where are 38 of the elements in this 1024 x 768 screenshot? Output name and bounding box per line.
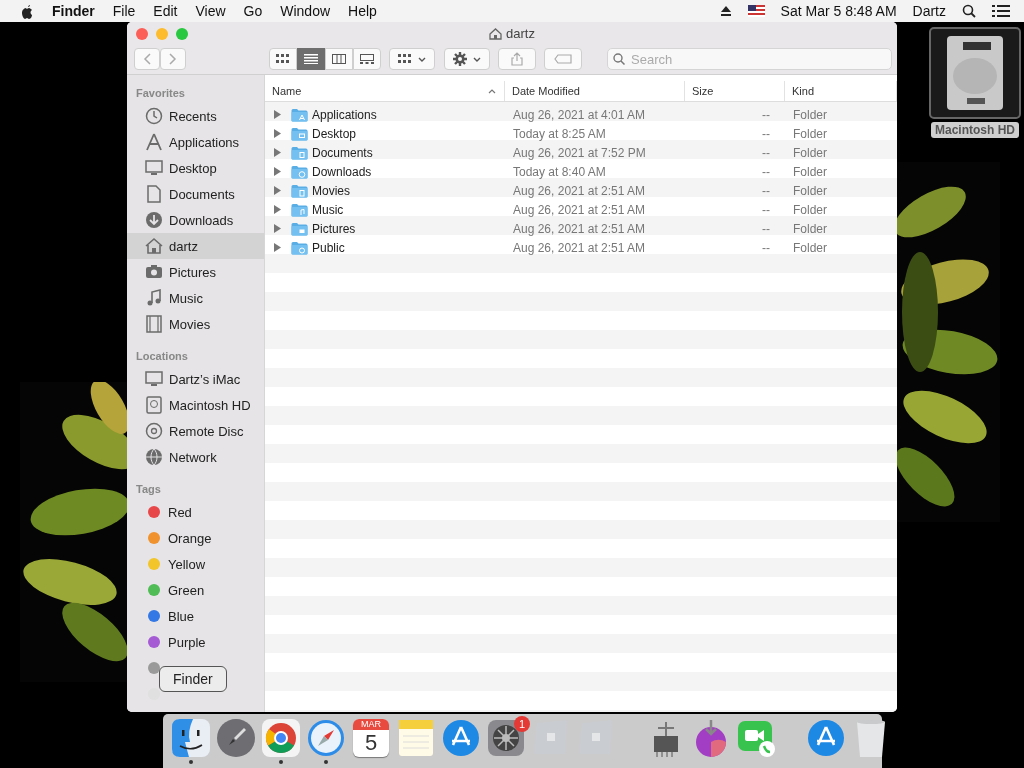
section-heading: Locations: [135, 349, 189, 364]
file-name: Pictures: [312, 221, 356, 236]
section-heading: Tags: [135, 482, 162, 497]
file-name: Public: [312, 240, 345, 255]
size-cell-text: --: [761, 221, 771, 236]
file-name: Desktop: [312, 126, 357, 141]
kind-cell-text: Folder: [792, 126, 828, 141]
notification-badge: 1: [514, 716, 530, 732]
size-cell-text: --: [761, 107, 771, 122]
date-cell-text: Aug 26, 2021 at 7:52 PM: [512, 145, 647, 160]
size-cell-text: --: [761, 164, 771, 179]
date-cell-text: Aug 26, 2021 at 2:51 AM: [512, 240, 647, 255]
section-heading: Favorites: [135, 86, 186, 101]
file-name: Downloads: [312, 164, 372, 179]
date-cell-text: Aug 26, 2021 at 2:51 AM: [512, 202, 647, 217]
file-name: Movies: [312, 183, 350, 198]
date-cell-text: Today at 8:40 AM: [512, 164, 607, 179]
kind-cell-text: Folder: [792, 183, 828, 198]
size-cell-text: --: [761, 126, 771, 141]
size-cell-text: --: [761, 202, 771, 217]
date-cell-text: Aug 26, 2021 at 2:51 AM: [512, 183, 647, 198]
date-cell-text: Aug 26, 2021 at 2:51 AM: [512, 221, 647, 236]
size-cell-text: --: [761, 145, 771, 160]
size-cell-text: --: [761, 240, 771, 255]
kind-cell-text: Folder: [792, 240, 828, 255]
file-name: Applications: [312, 107, 377, 122]
file-name: Documents: [312, 145, 373, 160]
kind-cell-text: Folder: [792, 221, 828, 236]
size-cell-text: --: [761, 183, 771, 198]
date-cell-text: Today at 8:25 AM: [512, 126, 607, 141]
date-cell-text: Aug 26, 2021 at 4:01 AM: [512, 107, 647, 122]
window-title: dartz: [506, 26, 535, 41]
tooltip: Finder: [159, 666, 227, 692]
kind-cell-text: Folder: [792, 164, 828, 179]
kind-cell-text: Folder: [792, 107, 828, 122]
kind-cell-text: Folder: [792, 145, 828, 160]
kind-cell-text: Folder: [792, 202, 828, 217]
file-name: Music: [312, 202, 344, 217]
